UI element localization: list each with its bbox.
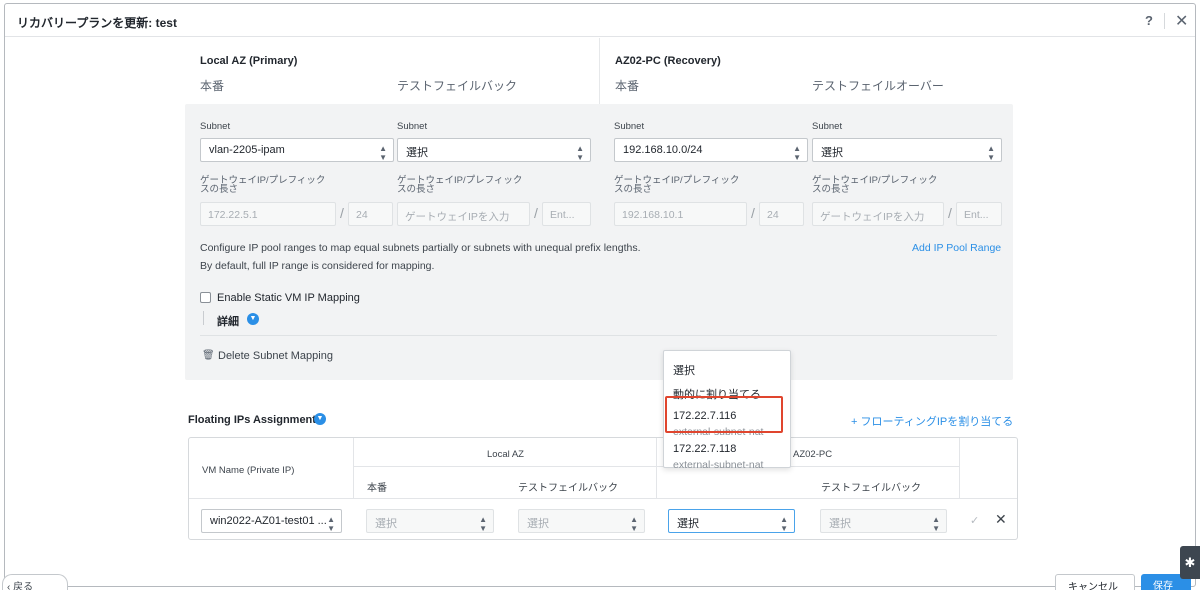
subnet-select-primary-test[interactable]: 選択 ▲ ▼: [397, 138, 591, 162]
pool-info-line2: By default, full IP range is considered …: [200, 260, 435, 272]
dropdown-option[interactable]: 172.22.7.118: [673, 443, 736, 455]
recovery-az-header: AZ02-PC (Recovery) 本番 テストフェイルオーバー: [599, 38, 1013, 104]
modal-window: リカバリープランを更新: test ? ✕ Local AZ (Primary)…: [4, 3, 1196, 587]
close-icon[interactable]: ✕: [1175, 11, 1188, 31]
select-value: vlan-2205-ipam: [209, 144, 285, 156]
gateway-input-recovery-production[interactable]: 192.168.10.1: [614, 202, 747, 226]
table-divider: [353, 466, 959, 467]
dropdown-option[interactable]: 選択: [673, 362, 695, 378]
pool-info-line1: Configure IP pool ranges to map equal su…: [200, 242, 641, 254]
prefix-separator: /: [948, 205, 952, 221]
static-vm-ip-mapping-label: Enable Static VM IP Mapping: [217, 292, 360, 304]
highlight-box: [665, 396, 783, 433]
floating-ips-table: VM Name (Private IP) Local AZ AZ02-PC 本番…: [188, 437, 1018, 540]
floating-ip-select-production[interactable]: 選択 ▲ ▼: [366, 509, 494, 533]
gateway-input-primary-test[interactable]: ゲートウェイIPを入力: [397, 202, 530, 226]
prefix-input-primary-production[interactable]: 24: [348, 202, 393, 226]
recovery-test-label: テストフェイルオーバー: [812, 79, 944, 93]
detail-toggle-label[interactable]: 詳細: [217, 313, 239, 329]
local-az-header: Local AZ: [487, 449, 524, 460]
prefix-input-primary-test[interactable]: Ent...: [542, 202, 591, 226]
select-arrow-icon: ▲ ▼: [987, 144, 995, 162]
select-value: win2022-AZ01-test01 ...: [210, 515, 327, 527]
select-arrow-icon: ▲ ▼: [932, 515, 940, 533]
trash-icon[interactable]: 🗑: [202, 350, 215, 361]
table-divider: [656, 438, 657, 498]
select-value: 選択: [821, 147, 843, 159]
subnet-label: Subnet: [200, 121, 231, 132]
cancel-button[interactable]: キャンセル: [1055, 574, 1135, 590]
back-button[interactable]: ‹ 戻る: [2, 574, 68, 590]
remote-az-header: AZ02-PC: [793, 449, 833, 460]
subnet-select-primary-production[interactable]: vlan-2205-ipam ▲ ▼: [200, 138, 394, 162]
vm-name-header: VM Name (Private IP): [202, 465, 295, 476]
chevron-down-icon[interactable]: ▼: [314, 413, 326, 425]
checkmark-icon[interactable]: ✓: [970, 514, 979, 527]
recovery-az-title: AZ02-PC (Recovery): [615, 55, 721, 67]
gateway-label: ゲートウェイIP/プレフィック スの長さ: [200, 175, 326, 195]
static-vm-ip-mapping-checkbox[interactable]: [200, 292, 211, 303]
select-value: 選択: [829, 518, 851, 530]
floating-ip-select-recovery-production[interactable]: 選択 ▲ ▼: [668, 509, 795, 533]
table-divider: [189, 498, 1017, 499]
add-ip-pool-range-link[interactable]: Add IP Pool Range: [912, 242, 1001, 254]
prefix-input-recovery-test[interactable]: Ent...: [956, 202, 1002, 226]
gateway-label: ゲートウェイIP/プレフィック スの長さ: [397, 175, 523, 195]
help-icon[interactable]: ?: [1145, 13, 1153, 28]
subnet-select-recovery-production[interactable]: 192.168.10.0/24 ▲ ▼: [614, 138, 808, 162]
subnet-label: Subnet: [812, 121, 843, 132]
floating-ips-title: Floating IPs Assignment: [188, 414, 316, 426]
assign-floating-ip-link[interactable]: + フローティングIPを割り当てる: [851, 413, 1013, 429]
vm-select[interactable]: win2022-AZ01-test01 ... ▲ ▼: [201, 509, 342, 533]
detail-divider: [203, 311, 204, 325]
floating-ip-select-test-failback[interactable]: 選択 ▲ ▼: [518, 509, 645, 533]
delete-subnet-mapping-button[interactable]: Delete Subnet Mapping: [218, 350, 333, 362]
subnet-select-recovery-test[interactable]: 選択 ▲ ▼: [812, 138, 1002, 162]
remove-row-icon[interactable]: ✕: [995, 511, 1007, 528]
primary-az-title: Local AZ (Primary): [200, 55, 298, 67]
select-arrow-icon: ▲ ▼: [630, 515, 638, 533]
production-header: 本番: [367, 483, 387, 494]
test-failback-header: テストフェイルバック: [518, 483, 618, 494]
side-tab-icon[interactable]: ✱: [1180, 546, 1200, 579]
prefix-separator: /: [340, 205, 344, 221]
modal-title: リカバリープランを更新: test: [17, 16, 177, 30]
recovery-production-label: 本番: [615, 79, 640, 93]
floating-ip-select-recovery-test[interactable]: 選択 ▲ ▼: [820, 509, 947, 533]
prefix-separator: /: [751, 205, 755, 221]
select-arrow-icon: ▲ ▼: [379, 144, 387, 162]
gateway-label: ゲートウェイIP/プレフィック スの長さ: [812, 175, 938, 195]
select-arrow-icon: ▲ ▼: [327, 515, 335, 533]
subnet-label: Subnet: [614, 121, 645, 132]
select-arrow-icon: ▲ ▼: [793, 144, 801, 162]
primary-az-header: Local AZ (Primary) 本番 テストフェイルバック: [185, 38, 599, 104]
test-failback-header-remote: テストフェイルバック: [821, 483, 921, 494]
select-value: 選択: [527, 518, 549, 530]
select-arrow-icon: ▲ ▼: [780, 515, 788, 533]
select-value: 192.168.10.0/24: [623, 144, 703, 156]
select-arrow-icon: ▲ ▼: [576, 144, 584, 162]
select-arrow-icon: ▲ ▼: [479, 515, 487, 533]
dropdown-option-subnet: external-subnet-nat: [673, 459, 764, 471]
gateway-input-recovery-test[interactable]: ゲートウェイIPを入力: [812, 202, 944, 226]
primary-production-label: 本番: [200, 79, 225, 93]
chevron-down-icon[interactable]: ▼: [247, 313, 259, 325]
primary-test-label: テストフェイルバック: [397, 79, 518, 93]
subnet-mapping-panel: Subnet Subnet Subnet Subnet vlan-2205-ip…: [185, 104, 1013, 380]
select-value: 選択: [375, 518, 397, 530]
titlebar-divider: [1164, 13, 1165, 29]
table-divider: [959, 438, 960, 498]
modal-titlebar: リカバリープランを更新: test ? ✕: [5, 4, 1195, 37]
gateway-input-primary-production[interactable]: 172.22.5.1: [200, 202, 336, 226]
gateway-label: ゲートウェイIP/プレフィック スの長さ: [614, 175, 740, 195]
select-value: 選択: [677, 518, 699, 530]
prefix-separator: /: [534, 205, 538, 221]
panel-divider: [200, 335, 997, 336]
table-divider: [353, 438, 354, 498]
prefix-input-recovery-production[interactable]: 24: [759, 202, 804, 226]
subnet-label: Subnet: [397, 121, 428, 132]
select-value: 選択: [406, 147, 428, 159]
modal-body: Local AZ (Primary) 本番 テストフェイルバック AZ02-PC…: [5, 38, 1195, 578]
